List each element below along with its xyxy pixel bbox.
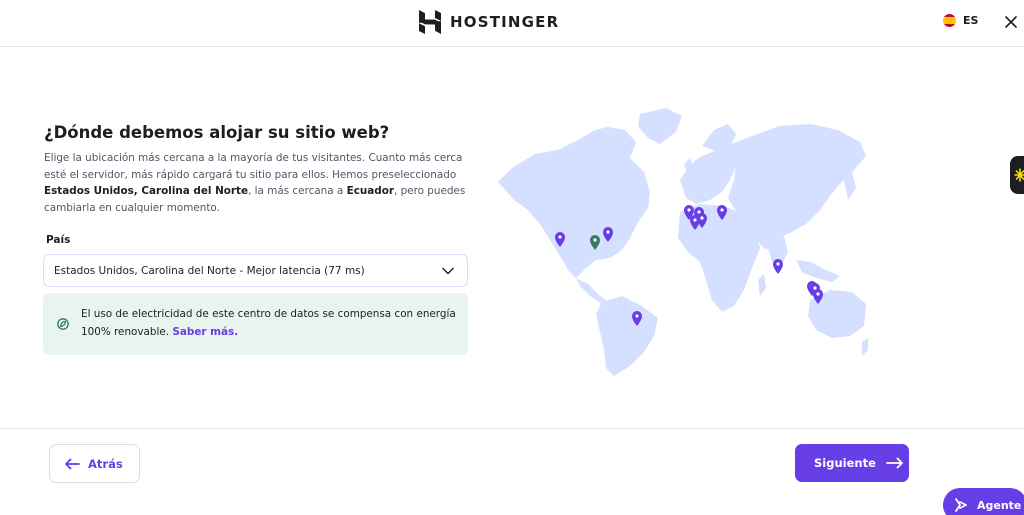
- brand-name: HOSTINGER: [450, 13, 560, 31]
- hostinger-logo[interactable]: HOSTINGER: [419, 10, 559, 34]
- sparkle-icon: [1014, 168, 1024, 182]
- language-code: ES: [963, 14, 979, 27]
- next-button-label: Siguiente: [814, 456, 876, 470]
- world-map: [498, 108, 868, 376]
- agent-button-label: Agente: [977, 498, 1022, 512]
- back-button-label: Atrás: [88, 456, 123, 471]
- back-button[interactable]: Atrás: [49, 444, 140, 483]
- hostinger-logo-icon: [419, 10, 441, 34]
- map-land: [498, 108, 868, 376]
- chevron-down-icon: [442, 267, 454, 275]
- arrow-right-icon: [885, 457, 903, 469]
- footer-divider: [0, 428, 1024, 429]
- side-feedback-tab[interactable]: [1010, 156, 1024, 194]
- page-description: Elige la ubicación más cercana a la mayo…: [44, 152, 466, 214]
- leaf-icon: [57, 318, 69, 330]
- language-selector[interactable]: ES: [943, 14, 978, 27]
- country-label: País: [46, 234, 71, 246]
- country-selected-value: Estados Unidos, Carolina del Norte - Mej…: [54, 264, 365, 277]
- learn-more-link[interactable]: Saber más.: [172, 326, 238, 338]
- agent-button[interactable]: Agente: [943, 488, 1024, 515]
- spain-flag-icon: [943, 14, 956, 27]
- arrow-left-icon: [65, 458, 80, 469]
- close-icon[interactable]: [1004, 15, 1018, 29]
- country-select[interactable]: Estados Unidos, Carolina del Norte - Mej…: [43, 254, 468, 287]
- page-title: ¿Dónde debemos alojar su sitio web?: [44, 123, 390, 142]
- sparkle-icon: [955, 498, 967, 512]
- header: HOSTINGER ES: [0, 0, 1024, 47]
- next-button[interactable]: Siguiente: [795, 444, 909, 482]
- renewable-energy-text: El uso de electricidad de este centro de…: [81, 308, 456, 338]
- map-pin[interactable]: [773, 259, 783, 274]
- renewable-energy-notice: El uso de electricidad de este centro de…: [43, 293, 468, 355]
